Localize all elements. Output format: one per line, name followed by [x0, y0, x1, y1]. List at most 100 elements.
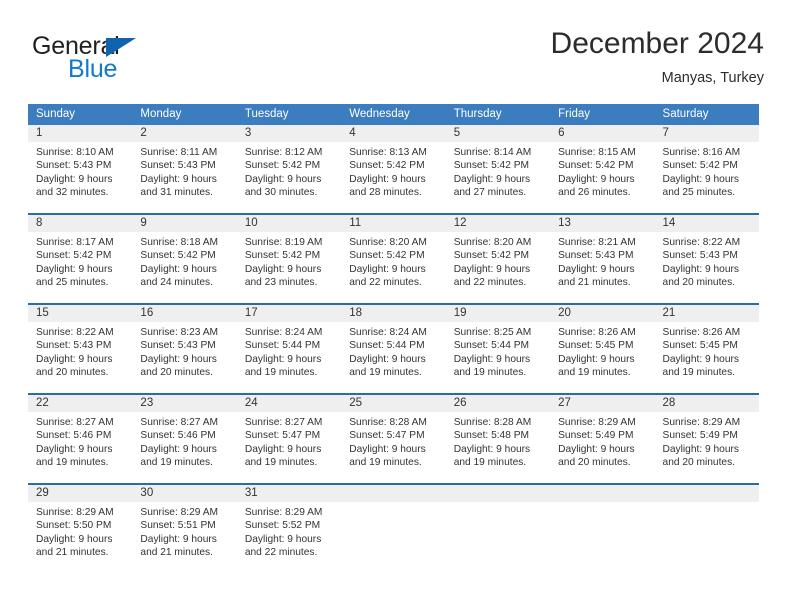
day-number-band: 26	[445, 395, 551, 412]
daylight-text-line1: Daylight: 9 hours	[36, 353, 113, 365]
calendar-page: General Blue December 2024 Manyas, Turke…	[0, 0, 792, 612]
day-details: Sunrise: 8:28 AM Sunset: 5:47 PM Dayligh…	[341, 412, 445, 470]
daylight-text-line2: and 20 minutes.	[662, 277, 736, 289]
weekday-header-wednesday: Wednesday	[349, 108, 410, 120]
calendar-day-cell-empty	[341, 485, 446, 573]
daylight-text-line1: Daylight: 9 hours	[244, 263, 322, 275]
calendar-day-cell[interactable]: 2 Sunrise: 8:11 AM Sunset: 5:43 PM Dayli…	[132, 125, 237, 213]
calendar-day-cell[interactable]: 18 Sunrise: 8:24 AM Sunset: 5:44 PM Dayl…	[341, 305, 446, 393]
sunset-text: Sunset: 5:43 PM	[558, 250, 634, 262]
calendar-day-cell[interactable]: 29 Sunrise: 8:29 AM Sunset: 5:50 PM Dayl…	[28, 485, 133, 573]
calendar-day-cell[interactable]: 20 Sunrise: 8:26 AM Sunset: 5:45 PM Dayl…	[550, 305, 655, 393]
day-number-band: 24	[236, 395, 342, 412]
day-number-band: 17	[236, 305, 342, 322]
day-details: Sunrise: 8:13 AM Sunset: 5:42 PM Dayligh…	[341, 142, 445, 200]
sunrise-text: Sunrise: 8:18 AM	[140, 237, 219, 248]
daylight-text-line2: and 27 minutes.	[453, 187, 527, 199]
daylight-text-line2: and 21 minutes.	[558, 277, 631, 289]
daylight-text-line2: and 22 minutes.	[244, 547, 318, 559]
calendar-day-cell[interactable]: 28 Sunrise: 8:29 AM Sunset: 5:49 PM Dayl…	[654, 395, 759, 483]
day-number-band	[550, 485, 655, 502]
weekday-header-monday: Monday	[140, 108, 182, 120]
calendar-day-cell[interactable]: 9 Sunrise: 8:18 AM Sunset: 5:42 PM Dayli…	[132, 215, 237, 303]
sunrise-text: Sunrise: 8:24 AM	[349, 327, 427, 338]
calendar-day-cell[interactable]: 7 Sunrise: 8:16 AM Sunset: 5:42 PM Dayli…	[654, 125, 759, 213]
daylight-text-line1: Daylight: 9 hours	[349, 173, 426, 185]
day-number: 6	[558, 127, 565, 139]
daylight-text-line1: Daylight: 9 hours	[453, 353, 531, 365]
calendar-day-cell[interactable]: 24 Sunrise: 8:27 AM Sunset: 5:47 PM Dayl…	[236, 395, 342, 483]
sunset-text: Sunset: 5:43 PM	[36, 160, 112, 172]
daylight-text-line1: Daylight: 9 hours	[349, 263, 426, 275]
daylight-text-line2: and 19 minutes.	[349, 367, 422, 379]
calendar-day-cell[interactable]: 1 Sunrise: 8:10 AM Sunset: 5:43 PM Dayli…	[28, 125, 133, 213]
calendar-day-cell[interactable]: 10 Sunrise: 8:19 AM Sunset: 5:42 PM Dayl…	[236, 215, 342, 303]
calendar-week-row: 15 Sunrise: 8:22 AM Sunset: 5:43 PM Dayl…	[28, 303, 759, 393]
day-details: Sunrise: 8:20 AM Sunset: 5:42 PM Dayligh…	[341, 232, 445, 290]
day-details: Sunrise: 8:14 AM Sunset: 5:42 PM Dayligh…	[446, 142, 550, 200]
sunset-text: Sunset: 5:42 PM	[349, 250, 425, 262]
calendar-day-cell[interactable]: 17 Sunrise: 8:24 AM Sunset: 5:44 PM Dayl…	[236, 305, 342, 393]
sunset-text: Sunset: 5:52 PM	[244, 520, 321, 532]
sunset-text: Sunset: 5:49 PM	[662, 430, 738, 442]
daylight-text-line2: and 22 minutes.	[453, 277, 527, 289]
daylight-text-line2: and 28 minutes.	[349, 187, 422, 199]
day-number-band: 9	[132, 215, 237, 232]
day-number-band: 3	[236, 125, 342, 142]
calendar-day-cell[interactable]: 16 Sunrise: 8:23 AM Sunset: 5:43 PM Dayl…	[132, 305, 237, 393]
calendar-day-cell[interactable]: 8 Sunrise: 8:17 AM Sunset: 5:42 PM Dayli…	[28, 215, 133, 303]
calendar-day-cell[interactable]: 30 Sunrise: 8:29 AM Sunset: 5:51 PM Dayl…	[132, 485, 237, 573]
daylight-text-line1: Daylight: 9 hours	[349, 353, 426, 365]
sunset-text: Sunset: 5:46 PM	[36, 430, 112, 442]
calendar-day-cell[interactable]: 3 Sunrise: 8:12 AM Sunset: 5:42 PM Dayli…	[236, 125, 342, 213]
daylight-text-line1: Daylight: 9 hours	[140, 353, 217, 365]
calendar-day-cell[interactable]: 12 Sunrise: 8:20 AM Sunset: 5:42 PM Dayl…	[445, 215, 551, 303]
day-number-band: 31	[236, 485, 342, 502]
sunrise-text: Sunrise: 8:16 AM	[662, 147, 741, 158]
calendar-grid: Sunday Monday Tuesday Wednesday Thursday…	[28, 104, 759, 573]
day-number-band	[445, 485, 551, 502]
calendar-day-cell-empty	[445, 485, 551, 573]
calendar-day-cell[interactable]: 22 Sunrise: 8:27 AM Sunset: 5:46 PM Dayl…	[28, 395, 133, 483]
page-subtitle-location: Manyas, Turkey	[661, 70, 764, 86]
daylight-text-line1: Daylight: 9 hours	[662, 353, 739, 365]
daylight-text-line2: and 22 minutes.	[349, 277, 422, 289]
calendar-day-cell[interactable]: 19 Sunrise: 8:25 AM Sunset: 5:44 PM Dayl…	[445, 305, 551, 393]
calendar-day-cell[interactable]: 5 Sunrise: 8:14 AM Sunset: 5:42 PM Dayli…	[445, 125, 551, 213]
sunrise-text: Sunrise: 8:13 AM	[349, 147, 427, 158]
daylight-text-line2: and 25 minutes.	[662, 187, 736, 199]
day-number: 9	[140, 217, 147, 229]
day-number: 16	[140, 307, 154, 319]
calendar-day-cell[interactable]: 31 Sunrise: 8:29 AM Sunset: 5:52 PM Dayl…	[236, 485, 342, 573]
calendar-day-cell[interactable]: 13 Sunrise: 8:21 AM Sunset: 5:43 PM Dayl…	[550, 215, 655, 303]
day-number-band: 13	[550, 215, 655, 232]
sunset-text: Sunset: 5:47 PM	[349, 430, 425, 442]
sunset-text: Sunset: 5:42 PM	[244, 160, 321, 172]
calendar-day-cell[interactable]: 4 Sunrise: 8:13 AM Sunset: 5:42 PM Dayli…	[341, 125, 446, 213]
day-number-band: 20	[550, 305, 655, 322]
day-details: Sunrise: 8:27 AM Sunset: 5:46 PM Dayligh…	[132, 412, 236, 470]
calendar-day-cell[interactable]: 15 Sunrise: 8:22 AM Sunset: 5:43 PM Dayl…	[28, 305, 133, 393]
day-details: Sunrise: 8:28 AM Sunset: 5:48 PM Dayligh…	[446, 412, 550, 470]
calendar-day-cell[interactable]: 14 Sunrise: 8:22 AM Sunset: 5:43 PM Dayl…	[654, 215, 759, 303]
day-number-band	[654, 485, 759, 502]
day-number: 24	[244, 397, 258, 409]
calendar-day-cell[interactable]: 26 Sunrise: 8:28 AM Sunset: 5:48 PM Dayl…	[445, 395, 551, 483]
daylight-text-line2: and 20 minutes.	[140, 367, 213, 379]
calendar-day-cell[interactable]: 21 Sunrise: 8:26 AM Sunset: 5:45 PM Dayl…	[654, 305, 759, 393]
calendar-day-cell[interactable]: 11 Sunrise: 8:20 AM Sunset: 5:42 PM Dayl…	[341, 215, 446, 303]
calendar-week-row: 8 Sunrise: 8:17 AM Sunset: 5:42 PM Dayli…	[28, 213, 759, 303]
calendar-day-cell[interactable]: 27 Sunrise: 8:29 AM Sunset: 5:49 PM Dayl…	[550, 395, 655, 483]
sunset-text: Sunset: 5:42 PM	[140, 250, 216, 262]
calendar-day-cell[interactable]: 6 Sunrise: 8:15 AM Sunset: 5:42 PM Dayli…	[550, 125, 655, 213]
day-details: Sunrise: 8:21 AM Sunset: 5:43 PM Dayligh…	[550, 232, 654, 290]
day-details: Sunrise: 8:29 AM Sunset: 5:49 PM Dayligh…	[550, 412, 654, 470]
day-details: Sunrise: 8:24 AM Sunset: 5:44 PM Dayligh…	[237, 322, 341, 380]
day-number: 8	[36, 217, 43, 229]
day-number-band: 29	[28, 485, 133, 502]
daylight-text-line2: and 19 minutes.	[349, 457, 422, 469]
sunrise-text: Sunrise: 8:19 AM	[244, 237, 323, 248]
calendar-day-cell[interactable]: 25 Sunrise: 8:28 AM Sunset: 5:47 PM Dayl…	[341, 395, 446, 483]
calendar-day-cell[interactable]: 23 Sunrise: 8:27 AM Sunset: 5:46 PM Dayl…	[132, 395, 237, 483]
daylight-text-line2: and 20 minutes.	[36, 367, 109, 379]
